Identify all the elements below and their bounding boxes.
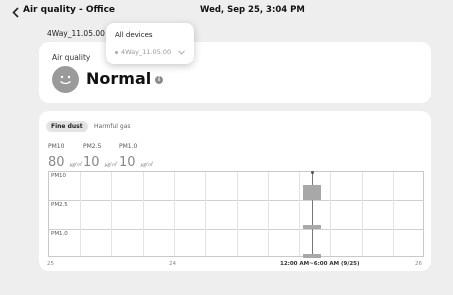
- info-icon[interactable]: i: [155, 76, 163, 84]
- grid-line: [205, 172, 206, 256]
- tick-label: 25: [47, 261, 54, 267]
- device-option-label: 4Way_11.05.00: [121, 48, 172, 56]
- grid-line: [393, 172, 394, 256]
- tick-label: 26: [415, 261, 422, 267]
- back-button[interactable]: [9, 5, 21, 19]
- tick-label-selected: 12:00 AM~6:00 AM (9/25): [280, 261, 360, 267]
- device-dropdown: All devices 4Way_11.05.00: [106, 23, 194, 64]
- pm10-label: PM10: [48, 143, 65, 150]
- tab-harmful-gas[interactable]: Harmful gas: [89, 121, 136, 132]
- tab-fine-dust[interactable]: Fine dust: [46, 121, 88, 132]
- time-cursor-handle[interactable]: [311, 171, 314, 174]
- device-selector[interactable]: 4Way_11.05.00: [47, 29, 105, 38]
- pm25-bar: [303, 225, 321, 229]
- row-label-pm1: PM1.0: [51, 231, 68, 237]
- device-option[interactable]: 4Way_11.05.00: [115, 48, 186, 56]
- pm10-unit: ㎍/㎥: [69, 162, 82, 168]
- pm25-label: PM2.5: [83, 143, 102, 150]
- chevron-down-icon: [178, 49, 186, 55]
- pm10-value: 80: [48, 155, 65, 170]
- chevron-left-icon: [11, 6, 19, 18]
- row-label-pm25: PM2.5: [51, 202, 68, 208]
- pm25-unit: ㎍/㎥: [104, 162, 117, 168]
- grid-line: [80, 172, 81, 256]
- air-quality-label: Air quality: [52, 53, 91, 62]
- row-divider: [49, 229, 423, 230]
- pm1-label: PM1.0: [119, 143, 138, 150]
- pm1-reading: 10 ㎍/㎥: [119, 151, 152, 170]
- grid-line: [268, 172, 269, 256]
- row-label-pm10: PM10: [51, 173, 67, 179]
- pm1-bar: [303, 254, 321, 258]
- grid-line: [330, 172, 331, 256]
- pm1-value: 10: [119, 155, 136, 170]
- air-quality-status: Normal: [86, 69, 152, 88]
- grid-line: [237, 172, 238, 256]
- header-bar: Air quality - Office Wed, Sep 25, 3:04 P…: [0, 0, 453, 24]
- bullet-icon: [115, 50, 118, 54]
- pm1-unit: ㎍/㎥: [140, 162, 153, 168]
- datetime-display: Wed, Sep 25, 3:04 PM: [200, 5, 305, 15]
- pm10-reading: 80 ㎍/㎥: [48, 151, 81, 170]
- page-title: Air quality - Office: [23, 5, 116, 15]
- pm10-bar: [303, 185, 321, 200]
- row-divider: [49, 200, 423, 201]
- grid-line: [362, 172, 363, 256]
- grid-line: [143, 172, 144, 256]
- dust-timeline-chart: PM10 PM2.5 PM1.0: [48, 171, 424, 258]
- grid-line: [174, 172, 175, 256]
- dropdown-title: All devices: [115, 31, 153, 39]
- pm25-value: 10: [83, 155, 100, 170]
- fine-dust-card: Fine dust Harmful gas PM10 PM2.5 PM1.0 8…: [39, 111, 431, 271]
- grid-line: [299, 172, 300, 256]
- pm25-reading: 10 ㎍/㎥: [83, 151, 116, 170]
- air-quality-card: Air quality Normal i: [39, 42, 431, 103]
- grid-line: [111, 172, 112, 256]
- smiley-face-icon: [52, 66, 79, 93]
- tick-label: 24: [169, 261, 176, 267]
